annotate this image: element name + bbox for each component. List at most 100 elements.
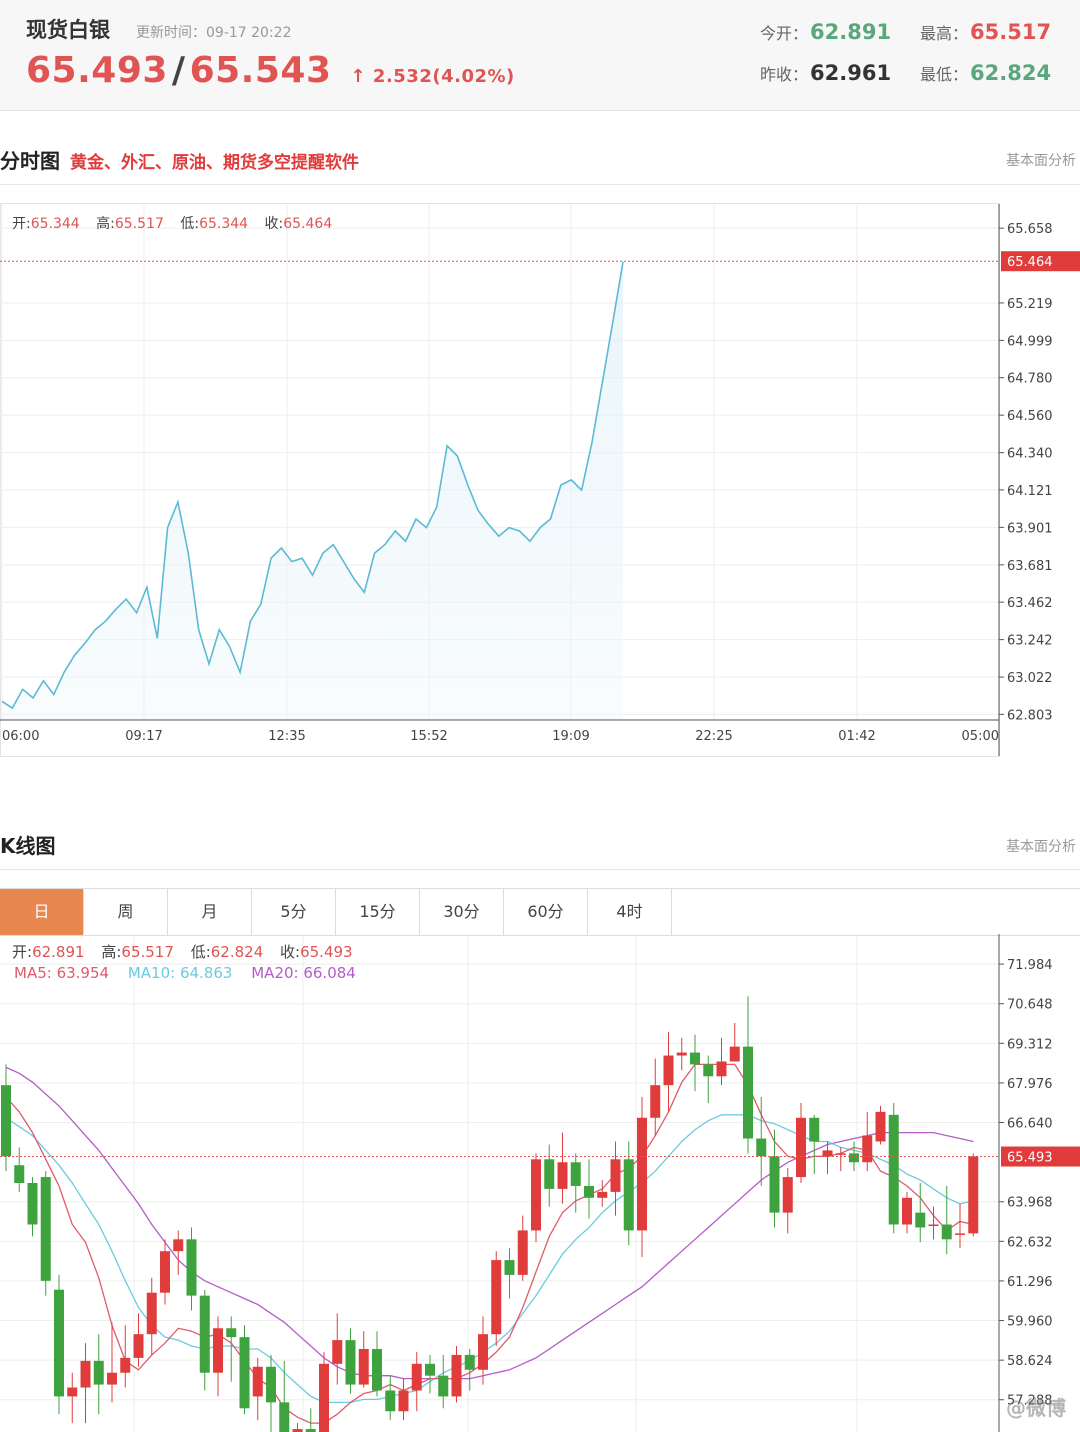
candle-body [385, 1390, 396, 1412]
tab-30分[interactable]: 30分 [420, 889, 504, 935]
kline-chart: 71.984 70.648 69.312 67.976 66.640 63.968 62.6… [0, 934, 1080, 1432]
candle-body [531, 1159, 541, 1231]
y-tick-label: 63.462 [1007, 596, 1053, 611]
high-value: 65.517 [970, 20, 1052, 44]
x-tick-label: 15:52 [410, 729, 447, 744]
tab-月[interactable]: 月 [168, 889, 252, 935]
candle-body [570, 1162, 581, 1186]
candle-body [504, 1260, 515, 1275]
candle-body [173, 1239, 184, 1252]
price-separator: / [171, 50, 186, 91]
candle-body [133, 1334, 144, 1358]
candle-body [875, 1111, 886, 1142]
candle-body [663, 1055, 674, 1086]
candle-body [862, 1135, 873, 1163]
y-tick-label: 70.648 [1007, 998, 1053, 1013]
candle-body [584, 1185, 594, 1198]
y-tick-label: 59.960 [1007, 1315, 1053, 1330]
y-tick-label: 71.984 [1007, 958, 1053, 973]
fundamental-analysis-link[interactable]: 基本面分析 [1006, 150, 1076, 170]
candle-body [358, 1349, 369, 1385]
y-tick-label: 63.901 [1007, 521, 1053, 536]
change-value: 2.532(4.02%) [372, 66, 515, 87]
tab-日[interactable]: 日 [0, 889, 84, 935]
y-tick-label: 67.976 [1007, 1077, 1053, 1092]
candle-body [743, 1046, 753, 1139]
candle-body [478, 1334, 488, 1370]
candle-body [1, 1085, 11, 1157]
tab-15分[interactable]: 15分 [336, 889, 420, 935]
today-open: 今开：62.891 [760, 20, 891, 44]
candle-body [756, 1138, 767, 1157]
ma5-legend: MA5: 63.954 [14, 964, 109, 982]
candle-body [120, 1357, 131, 1373]
instrument-name: 现货白银 [26, 18, 110, 42]
y-tick-label: 62.803 [1007, 708, 1053, 723]
weibo-watermark: @微博 [1006, 1396, 1066, 1420]
candle-body [372, 1349, 382, 1391]
candle-body [279, 1402, 290, 1432]
candle-body [213, 1328, 223, 1373]
candle-body [517, 1230, 528, 1275]
y-tick-label: 64.999 [1007, 334, 1053, 349]
promo-link[interactable]: 黄金、外汇、原油、期货多空提醒软件 [70, 153, 359, 173]
candle-body [226, 1328, 237, 1338]
candle-body [451, 1354, 462, 1397]
tab-60分[interactable]: 60分 [504, 889, 588, 935]
ma10-line [5, 1114, 974, 1404]
candle-body [809, 1117, 820, 1142]
x-tick-label: 05:00 [962, 729, 999, 744]
candle-body [398, 1390, 409, 1412]
current-price-label: 65.464 [1007, 255, 1053, 270]
tab-4时[interactable]: 4时 [588, 889, 672, 935]
candle-body [411, 1363, 422, 1391]
candle-body [107, 1372, 117, 1385]
kline-title: K线图 [0, 834, 56, 858]
current-price-label: 65.493 [1007, 1151, 1053, 1166]
candle-body [332, 1340, 343, 1364]
x-tick-label: 12:35 [268, 729, 305, 744]
candle-body [160, 1251, 170, 1293]
day-low: 最低：62.824 [920, 61, 1051, 85]
price-change: ↑ 2.532(4.02%) [351, 66, 515, 87]
candle-body [782, 1177, 793, 1213]
y-tick-label: 63.681 [1007, 559, 1053, 574]
ma5-line [5, 1063, 974, 1424]
tab-5分[interactable]: 5分 [252, 889, 336, 935]
y-tick-label: 63.242 [1007, 634, 1053, 649]
candle-body [769, 1156, 780, 1213]
kline-candles [1, 996, 979, 1432]
fundamental-analysis-link-2[interactable]: 基本面分析 [1006, 836, 1076, 856]
candle-body [888, 1114, 899, 1225]
day-high: 最高：65.517 [920, 20, 1051, 44]
prev-close: 昨收：62.961 [760, 61, 891, 85]
up-arrow-icon: ↑ [350, 66, 367, 87]
bid-price: 65.493 [26, 50, 168, 91]
candle-body [345, 1340, 356, 1385]
candle-body [93, 1360, 104, 1385]
candle-body [80, 1360, 91, 1388]
x-tick-label: 22:25 [695, 729, 732, 744]
y-tick-label: 69.312 [1007, 1037, 1053, 1052]
candle-body [597, 1191, 608, 1198]
intraday-title: 分时图 [0, 149, 60, 173]
y-tick-label: 65.219 [1007, 297, 1053, 312]
candle-body [902, 1197, 912, 1225]
intraday-chart: 65.658 65.219 64.999 64.780 64.560 64.340 64.1… [0, 203, 1080, 757]
candle-body [544, 1159, 555, 1189]
candle-body [623, 1159, 634, 1231]
low-value: 62.824 [970, 61, 1052, 85]
candle-body [915, 1212, 926, 1228]
candle-body [955, 1233, 965, 1235]
y-tick-label: 66.640 [1007, 1117, 1053, 1132]
y-tick-label: 63.022 [1007, 671, 1053, 686]
x-tick-label: 19:09 [552, 729, 589, 744]
candle-body [425, 1363, 435, 1376]
candle-body [557, 1162, 568, 1189]
high-label: 最高： [920, 24, 969, 43]
intraday-x-axis: 06:00 09:17 12:35 15:52 19:09 22:25 01:42 05:00 [0, 719, 999, 744]
tab-周[interactable]: 周 [84, 889, 168, 935]
candle-body [239, 1337, 250, 1409]
candle-body [146, 1292, 157, 1335]
period-tabs: 日周月 5分 15分 30分 60分 4时 [0, 888, 1080, 936]
